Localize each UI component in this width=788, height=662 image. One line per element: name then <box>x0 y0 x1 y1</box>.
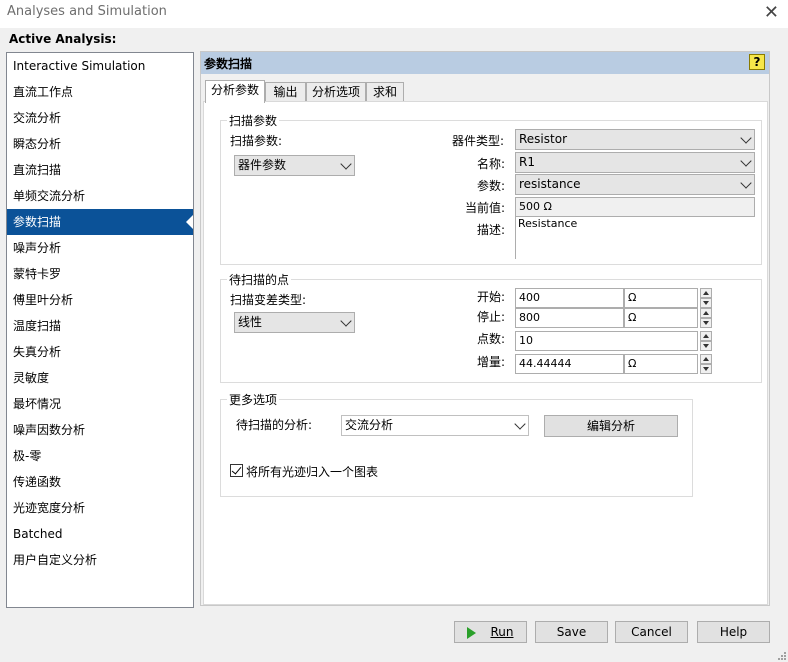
num-points-input[interactable]: 10 <box>515 331 698 351</box>
tab-summary[interactable]: 求和 <box>366 82 404 102</box>
spin-down-icon[interactable] <box>700 341 712 351</box>
tab-output[interactable]: 输出 <box>265 82 306 102</box>
help-icon[interactable]: ? <box>749 54 765 70</box>
parameter-label: 参数: <box>477 179 506 193</box>
increment-label: 增量: <box>477 355 506 369</box>
active-analysis-label: Active Analysis: <box>9 32 117 46</box>
analysis-list-item[interactable]: 极-零 <box>7 443 193 469</box>
analysis-list-item[interactable]: 傅里叶分析 <box>7 287 193 313</box>
spin-up-icon[interactable] <box>700 354 712 364</box>
sweep-parameter-select[interactable]: 器件参数 <box>234 155 355 176</box>
analysis-list-item[interactable]: 最坏情况 <box>7 391 193 417</box>
spin-down-icon[interactable] <box>700 298 712 308</box>
points-to-sweep-legend: 待扫描的点 <box>229 273 290 287</box>
analysis-list-item[interactable]: 瞬态分析 <box>7 131 193 157</box>
run-label: Run <box>490 625 514 639</box>
chevron-down-icon <box>340 158 352 170</box>
analysis-list-item[interactable]: Interactive Simulation <box>7 53 193 79</box>
spin-up-icon[interactable] <box>700 331 712 341</box>
panel-title: 参数扫描 <box>204 57 253 71</box>
save-button[interactable]: Save <box>535 621 608 643</box>
group-traces-checkbox[interactable] <box>230 464 243 477</box>
analysis-list-item[interactable]: 直流扫描 <box>7 157 193 183</box>
analysis-list-item[interactable]: 噪声分析 <box>7 235 193 261</box>
stop-input[interactable]: 800 <box>515 308 624 328</box>
edit-analysis-button[interactable]: 编辑分析 <box>544 415 678 437</box>
chevron-down-icon <box>740 177 752 189</box>
variation-type-label: 扫描变差类型: <box>230 293 307 307</box>
description-field: Resistance <box>515 217 755 259</box>
window-title: Analyses and Simulation <box>7 4 167 19</box>
analysis-to-sweep-select[interactable]: 交流分析 <box>341 415 529 436</box>
parameter-value: resistance <box>519 177 581 191</box>
analysis-settings-panel: 参数扫描 ? 分析参数 输出 分析选项 求和 扫描参数 扫描参数: 器件参数 器… <box>200 51 770 606</box>
stop-label: 停止: <box>477 310 506 324</box>
analysis-to-sweep-value: 交流分析 <box>345 418 394 432</box>
run-button[interactable]: Run <box>454 621 527 643</box>
chevron-down-icon <box>340 315 352 327</box>
tab-content: 扫描参数 扫描参数: 器件参数 器件类型: Resistor 名称: R1 参数… <box>203 101 768 605</box>
start-label: 开始: <box>477 290 506 304</box>
sweep-parameter-label: 扫描参数: <box>230 134 283 148</box>
chevron-down-icon <box>740 155 752 167</box>
increment-input[interactable]: 44.44444 <box>515 354 624 374</box>
analysis-list-item[interactable]: 单频交流分析 <box>7 183 193 209</box>
more-options-group: 更多选项 <box>220 391 693 497</box>
sweep-parameter-value: 器件参数 <box>238 158 287 172</box>
analysis-list-item[interactable]: 传递函数 <box>7 469 193 495</box>
num-points-label: 点数: <box>477 332 506 346</box>
run-icon <box>467 626 477 639</box>
spin-up-icon[interactable] <box>700 288 712 298</box>
analysis-list-item[interactable]: 交流分析 <box>7 105 193 131</box>
description-label: 描述: <box>477 223 506 237</box>
start-input[interactable]: 400 <box>515 288 624 308</box>
name-label: 名称: <box>477 157 506 171</box>
analysis-to-sweep-label: 待扫描的分析: <box>236 418 313 432</box>
analysis-list-item[interactable]: 灵敏度 <box>7 365 193 391</box>
start-spinner[interactable] <box>700 288 712 308</box>
tab-analysis-options[interactable]: 分析选项 <box>306 82 366 102</box>
group-traces-label: 将所有光迹归入一个图表 <box>246 465 379 479</box>
spin-down-icon[interactable] <box>700 364 712 374</box>
variation-type-select[interactable]: 线性 <box>234 312 355 333</box>
analysis-list-item[interactable]: 噪声因数分析 <box>7 417 193 443</box>
help-button[interactable]: Help <box>697 621 770 643</box>
num-points-spinner[interactable] <box>700 331 712 351</box>
analysis-list[interactable]: Interactive Simulation 直流工作点 交流分析 瞬态分析 直流扫描单… <box>6 52 194 608</box>
close-icon[interactable]: ✕ <box>764 2 779 23</box>
analysis-list-item[interactable]: 温度扫描 <box>7 313 193 339</box>
analysis-list-item[interactable]: 用户自定义分析 <box>7 547 193 573</box>
name-value: R1 <box>519 155 535 169</box>
increment-unit: Ω <box>624 354 698 374</box>
sweep-parameters-legend: 扫描参数 <box>229 114 278 128</box>
tab-analysis-parameters[interactable]: 分析参数 <box>205 80 265 103</box>
chevron-down-icon <box>740 132 752 144</box>
spin-down-icon[interactable] <box>700 318 712 328</box>
stop-spinner[interactable] <box>700 308 712 328</box>
parameter-select[interactable]: resistance <box>515 174 755 195</box>
analysis-list-item[interactable]: 失真分析 <box>7 339 193 365</box>
resize-grip-icon[interactable] <box>776 650 786 660</box>
analysis-list-item[interactable]: 光迹宽度分析 <box>7 495 193 521</box>
increment-spinner[interactable] <box>700 354 712 374</box>
more-options-legend: 更多选项 <box>229 393 278 407</box>
title-bar: Analyses and Simulation ✕ <box>0 0 788 28</box>
variation-type-value: 线性 <box>238 315 263 329</box>
device-type-select[interactable]: Resistor <box>515 129 755 150</box>
device-type-value: Resistor <box>519 132 567 146</box>
present-value-label: 当前值: <box>465 201 506 215</box>
panel-header: 参数扫描 ? <box>201 52 769 74</box>
device-type-label: 器件类型: <box>452 134 505 148</box>
spin-up-icon[interactable] <box>700 308 712 318</box>
analysis-list-item[interactable]: 蒙特卡罗 <box>7 261 193 287</box>
stop-unit: Ω <box>624 308 698 328</box>
cancel-button[interactable]: Cancel <box>615 621 688 643</box>
name-select[interactable]: R1 <box>515 152 755 173</box>
start-unit: Ω <box>624 288 698 308</box>
analysis-list-item[interactable]: 参数扫描 <box>7 209 193 235</box>
chevron-down-icon <box>514 418 526 430</box>
analysis-list-item[interactable]: Batched <box>7 521 193 547</box>
present-value-field: 500 Ω <box>515 197 755 217</box>
analysis-list-item[interactable]: 直流工作点 <box>7 79 193 105</box>
